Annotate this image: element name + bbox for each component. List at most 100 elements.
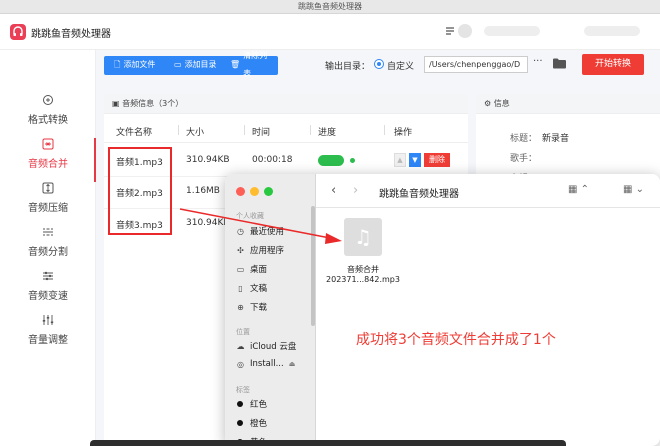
- custom-radio-label: 自定义: [387, 62, 415, 72]
- disk-icon: ◎: [237, 359, 244, 369]
- file-toolbar: 🗋 添加文件 ▭ 添加目录 🗑 清除列表: [104, 51, 278, 78]
- file-icon: 🗋: [114, 60, 121, 69]
- sidebar-item-merge[interactable]: 音频合并: [0, 138, 96, 182]
- clear-list-button[interactable]: 🗑 清除列表: [224, 51, 278, 78]
- sidebar-item-speed[interactable]: 音频变速: [0, 270, 96, 314]
- add-dir-label: 添加目录: [184, 60, 217, 69]
- finder-item-label: 桌面: [250, 265, 268, 275]
- close-icon[interactable]: [236, 187, 245, 196]
- artist-label: 歌手：: [510, 154, 538, 164]
- desktop-icon: ▭: [236, 264, 245, 274]
- finder-item-label: 应用程序: [250, 246, 285, 256]
- progress-toggle: [318, 155, 344, 166]
- finder-tag-orange[interactable]: 橙色: [236, 417, 267, 429]
- back-icon[interactable]: ‹: [331, 183, 336, 198]
- title-value[interactable]: 新录音: [542, 131, 569, 144]
- merge-icon: [41, 138, 55, 152]
- finder-item-label: 最近使用: [250, 227, 285, 237]
- custom-radio[interactable]: [374, 59, 384, 69]
- window-title-bar: 跳跳鱼音频处理器: [0, 0, 660, 14]
- tags-section-label: 标签: [236, 386, 250, 394]
- sidebar-item-compress[interactable]: 音频压缩: [0, 182, 96, 226]
- finder-item-recents[interactable]: ◷ 最近使用: [236, 225, 285, 238]
- trash-icon: 🗑: [230, 60, 241, 69]
- sidebar-item-label: 格式转换: [28, 115, 68, 126]
- finder-item-label: 文稿: [250, 284, 268, 294]
- split-icon: [41, 226, 55, 240]
- audio-info-icon: ▣: [112, 99, 120, 108]
- highlight-box: [108, 147, 172, 235]
- compress-icon: [41, 182, 55, 196]
- tag-dot-icon: [237, 420, 243, 426]
- output-dir-label: 输出目录：: [325, 62, 371, 72]
- finder-item-install[interactable]: ◎ Install... ⏏: [236, 359, 295, 369]
- apps-icon: ✣: [237, 245, 244, 255]
- status-dot: [350, 158, 355, 163]
- sidebar-item-format[interactable]: 格式转换: [0, 94, 96, 138]
- finder-item-label: 下载: [250, 303, 268, 313]
- grid-view-icon[interactable]: ▦ ⌃: [568, 184, 589, 195]
- finder-item-documents[interactable]: ▯ 文稿: [236, 282, 268, 295]
- add-file-button[interactable]: 🗋 添加文件: [108, 56, 161, 74]
- info-panel-title: 信息: [493, 99, 510, 108]
- account-info-secondary: [584, 26, 640, 36]
- clock-icon: ◷: [237, 226, 244, 236]
- finder-item-downloads[interactable]: ⊕ 下载: [236, 301, 268, 314]
- finder-item-desktop[interactable]: ▭ 桌面: [236, 263, 268, 276]
- add-file-label: 添加文件: [123, 60, 156, 69]
- move-up-button[interactable]: ▲: [394, 153, 406, 167]
- account-info: [484, 26, 540, 36]
- column-header-size: 大小: [186, 128, 205, 138]
- finder-item-icloud[interactable]: ☁ iCloud 云盘: [236, 340, 297, 353]
- menu-lines-icon[interactable]: [442, 23, 458, 39]
- finder-tag-label: 红色: [250, 400, 268, 410]
- music-note-icon[interactable]: ♫: [344, 218, 382, 256]
- app-header: 跳跳鱼音频处理器: [0, 14, 660, 50]
- minimize-icon[interactable]: [250, 187, 259, 196]
- start-convert-button[interactable]: 开始转换: [582, 54, 644, 75]
- file-size: 310.94KE: [186, 218, 230, 228]
- output-path-input[interactable]: /Users/chenpenggao/D: [424, 56, 528, 73]
- sidebar-item-label: 音量调整: [28, 335, 68, 346]
- file-name-line1: 音频合并: [347, 265, 379, 274]
- group-view-icon[interactable]: ▦ ⌄: [623, 184, 644, 195]
- file-panel-header: ▣ 音频信息（3个）: [104, 94, 468, 114]
- title-label: 标题：: [510, 134, 538, 144]
- sidebar-item-split[interactable]: 音频分割: [0, 226, 96, 270]
- column-header-name: 文件名称: [116, 128, 153, 138]
- finder-sidebar-scrollbar[interactable]: [311, 206, 315, 326]
- more-button[interactable]: ···: [533, 56, 543, 67]
- favorites-section-label: 个人收藏: [236, 212, 264, 220]
- forward-icon[interactable]: ›: [353, 183, 358, 198]
- finder-tag-red[interactable]: 红色: [236, 398, 267, 410]
- zoom-icon[interactable]: [264, 187, 273, 196]
- file-size: 1.16MB: [186, 186, 220, 196]
- move-down-button[interactable]: ▼: [409, 153, 421, 167]
- sidebar-item-label: 音频合并: [28, 159, 68, 170]
- success-note: 成功将3个音频文件合并成了1个: [356, 332, 556, 348]
- format-icon: [41, 94, 55, 108]
- add-dir-button[interactable]: ▭ 添加目录: [168, 56, 223, 74]
- column-header-actions: 操作: [394, 128, 413, 138]
- eject-icon[interactable]: ⏏: [289, 360, 296, 368]
- document-icon: ▯: [238, 283, 243, 293]
- sidebar-item-label: 音频压缩: [28, 203, 68, 214]
- sidebar-item-volume[interactable]: 音量调整: [0, 314, 96, 358]
- speed-icon: [41, 270, 55, 284]
- finder-item-applications[interactable]: ✣ 应用程序: [236, 244, 285, 257]
- clear-list-label: 清除列表: [243, 51, 268, 78]
- tag-dot-icon: [237, 401, 243, 407]
- info-panel-header: ⚙ 信息: [476, 94, 660, 114]
- avatar[interactable]: [458, 24, 472, 38]
- file-time: 00:00:18: [252, 155, 293, 165]
- app-logo-icon: [10, 24, 26, 40]
- delete-button[interactable]: 删除: [424, 153, 450, 167]
- finder-title: 跳跳鱼音频处理器: [379, 189, 459, 200]
- open-folder-icon[interactable]: [552, 57, 567, 69]
- column-header-progress: 进度: [318, 128, 337, 138]
- finder-item-label: Install...: [250, 359, 284, 369]
- app-name: 跳跳鱼音频处理器: [31, 29, 111, 40]
- finder-window: 个人收藏 ◷ 最近使用 ✣ 应用程序 ▭ 桌面 ▯ 文稿 ⊕ 下载 位置 ☁ iCloud …: [225, 174, 660, 446]
- finder-toolbar: ‹ › 跳跳鱼音频处理器 ▦ ⌃ ▦ ⌄: [316, 174, 660, 208]
- settings-icon: ⚙: [484, 99, 492, 108]
